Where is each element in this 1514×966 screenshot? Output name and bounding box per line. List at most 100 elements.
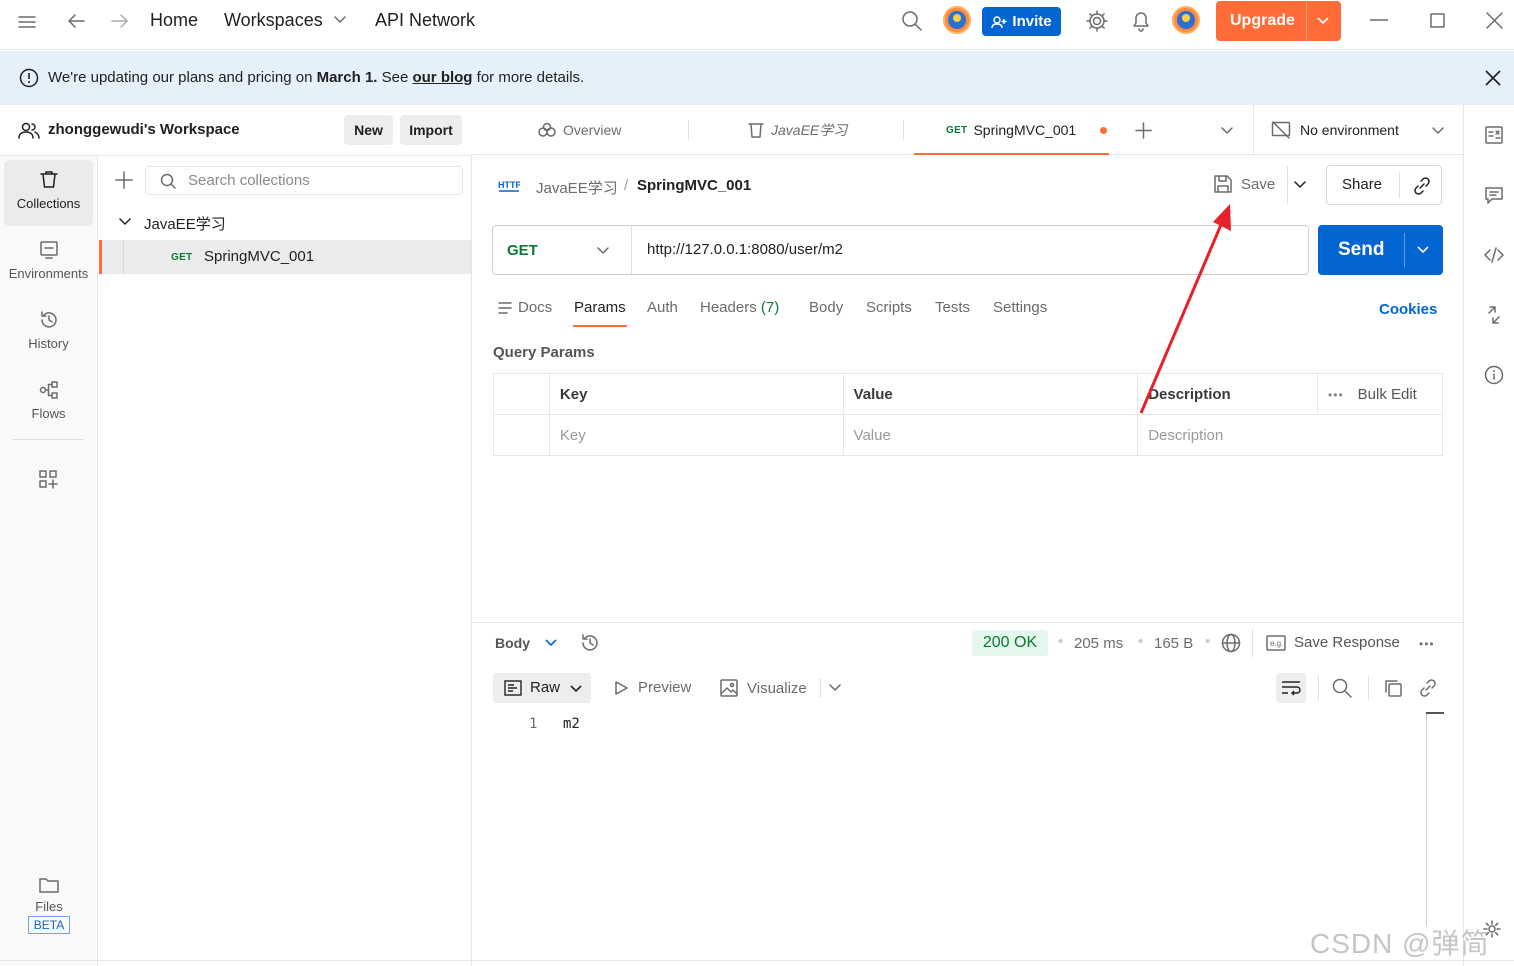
related-icon[interactable] xyxy=(1484,305,1504,325)
chevron-down-icon[interactable] xyxy=(545,639,557,647)
tab-settings[interactable]: Settings xyxy=(993,299,1047,316)
http-icon: HTTP xyxy=(498,177,520,195)
tab-body[interactable]: Body xyxy=(809,299,843,316)
nav-api-network[interactable]: API Network xyxy=(375,10,475,31)
status-badge[interactable]: 200 OK xyxy=(972,630,1048,656)
rail-divider xyxy=(12,439,84,440)
checkbox-cell[interactable] xyxy=(493,414,550,456)
bell-icon[interactable] xyxy=(1130,9,1152,33)
copy-icon[interactable] xyxy=(1383,678,1403,698)
breadcrumb-parent[interactable]: JavaEE学习 xyxy=(536,177,618,198)
tab-scripts[interactable]: Scripts xyxy=(866,299,912,316)
back-icon[interactable] xyxy=(66,12,86,30)
share-button[interactable]: Share xyxy=(1342,176,1382,193)
method-select[interactable]: GET xyxy=(493,226,632,274)
rail-history[interactable]: History xyxy=(4,300,93,366)
preview-button[interactable]: Preview xyxy=(613,679,691,696)
response-time[interactable]: 205 ms xyxy=(1074,635,1123,652)
tab-headers[interactable]: Headers (7) xyxy=(700,299,779,316)
minimize-icon[interactable] xyxy=(1370,19,1388,21)
description-input[interactable]: Description xyxy=(1137,414,1443,456)
blog-link[interactable]: our blog xyxy=(412,69,472,86)
save-icon xyxy=(1214,175,1232,193)
bulk-edit-button[interactable]: Bulk Edit xyxy=(1358,386,1417,403)
response-line[interactable]: m2 xyxy=(563,716,580,732)
save-button[interactable]: Save xyxy=(1213,174,1275,194)
comments-icon[interactable] xyxy=(1484,185,1504,205)
scrollbar-track[interactable] xyxy=(1426,714,1427,926)
chevron-down-icon[interactable] xyxy=(1294,181,1306,189)
close-banner-icon[interactable] xyxy=(1485,70,1501,86)
more-icon[interactable]: ••• xyxy=(1328,388,1344,402)
search-icon[interactable] xyxy=(901,10,923,32)
tab-docs[interactable]: Docs xyxy=(518,299,552,316)
history-icon[interactable] xyxy=(580,633,600,653)
code-icon[interactable] xyxy=(1484,245,1504,265)
folder-icon xyxy=(39,878,59,893)
search-collections-input[interactable]: Search collections xyxy=(145,166,463,195)
import-button[interactable]: Import xyxy=(400,115,462,145)
chevron-down-icon[interactable] xyxy=(1317,17,1329,25)
tab-auth[interactable]: Auth xyxy=(647,299,678,316)
environment-selector[interactable]: No environment xyxy=(1271,121,1399,139)
new-button[interactable]: New xyxy=(344,115,393,145)
link-icon[interactable] xyxy=(1418,678,1438,698)
format-select[interactable]: Raw xyxy=(493,673,591,703)
chevron-down-icon[interactable] xyxy=(334,16,346,24)
nav-home[interactable]: Home xyxy=(150,10,198,31)
response-body-label[interactable]: Body xyxy=(495,635,530,651)
response-size[interactable]: 165 B xyxy=(1154,635,1193,652)
value-input[interactable]: Value xyxy=(842,414,1139,456)
documentation-icon[interactable] xyxy=(1484,125,1504,145)
chevron-down-icon[interactable] xyxy=(1432,127,1444,135)
more-icon[interactable]: ••• xyxy=(1419,637,1435,651)
upgrade-button[interactable]: Upgrade xyxy=(1216,1,1341,41)
globe-icon[interactable] xyxy=(1221,633,1241,653)
workspace-name[interactable]: zhonggewudi's Workspace xyxy=(48,121,240,138)
bulk-edit-cell: ••• Bulk Edit xyxy=(1317,373,1443,415)
forward-icon[interactable] xyxy=(110,12,130,30)
maximize-icon[interactable] xyxy=(1430,13,1445,28)
info-icon[interactable] xyxy=(1484,365,1504,385)
invite-button[interactable]: Invite xyxy=(982,7,1061,36)
chevron-down-icon[interactable] xyxy=(1417,246,1429,254)
configure-sidebar-icon[interactable] xyxy=(38,469,58,489)
tab-overview[interactable]: Overview xyxy=(537,105,621,155)
url-input[interactable]: http://127.0.0.1:8080/user/m2 xyxy=(647,241,843,258)
rail-environments[interactable]: Environments xyxy=(4,230,93,296)
tab-tests[interactable]: Tests xyxy=(935,299,970,316)
rail-files[interactable]: Files BETA xyxy=(0,876,98,934)
search-icon xyxy=(160,173,176,189)
add-collection-icon[interactable] xyxy=(115,171,133,189)
key-input[interactable]: Key xyxy=(548,414,844,456)
wrap-icon xyxy=(1282,681,1301,696)
chevron-down-icon[interactable] xyxy=(829,684,841,692)
add-tab-icon[interactable] xyxy=(1135,122,1152,139)
profile-avatar[interactable] xyxy=(1171,5,1201,35)
collection-request-item[interactable]: GET SpringMVC_001 xyxy=(99,240,471,274)
send-button[interactable]: Send xyxy=(1318,225,1443,275)
chevron-down-icon[interactable] xyxy=(1221,127,1233,135)
cookies-link[interactable]: Cookies xyxy=(1379,301,1437,318)
menu-icon[interactable] xyxy=(18,14,36,30)
overview-icon xyxy=(538,122,556,137)
save-response-button[interactable]: e.g. Save Response xyxy=(1266,634,1400,651)
tab-params[interactable]: Params xyxy=(574,299,626,316)
gear-icon[interactable] xyxy=(1085,9,1109,33)
link-icon[interactable] xyxy=(1412,176,1432,196)
rail-flows[interactable]: Flows xyxy=(4,370,93,436)
collection-folder[interactable]: JavaEE学习 xyxy=(99,208,471,238)
tab-bar: Overview JavaEE学习 GET SpringMVC_001 No e… xyxy=(473,105,1463,155)
avatar[interactable] xyxy=(942,5,972,35)
nav-workspaces[interactable]: Workspaces xyxy=(224,10,323,31)
tab-collection[interactable]: JavaEE学习 xyxy=(747,105,847,155)
rail-collections[interactable]: Collections xyxy=(4,160,93,226)
scrollbar-thumb[interactable] xyxy=(1426,712,1444,714)
column-key: Key xyxy=(548,373,844,415)
wrap-lines-button[interactable] xyxy=(1276,673,1306,703)
search-icon[interactable] xyxy=(1332,678,1352,698)
tab-springmvc-001[interactable]: GET SpringMVC_001 xyxy=(914,105,1109,155)
visualize-button[interactable]: Visualize xyxy=(720,679,807,697)
close-window-icon[interactable] xyxy=(1486,12,1503,29)
page-title[interactable]: SpringMVC_001 xyxy=(637,177,751,194)
